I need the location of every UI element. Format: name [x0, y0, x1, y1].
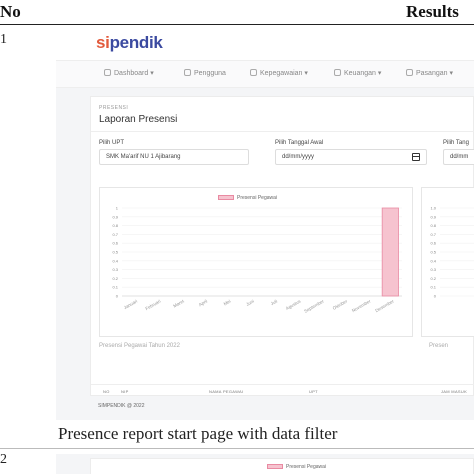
y-tick-label-2: 0.3	[430, 267, 436, 272]
column-header-no: No	[0, 2, 21, 21]
x-tick-label: Oktober	[332, 298, 349, 311]
menu-item-pengguna[interactable]: Pengguna	[184, 69, 226, 77]
x-tick-label: Juli	[270, 299, 278, 307]
y-tick-label-2: 0.8	[430, 223, 436, 228]
breadcrumb: PRESENSI	[99, 105, 129, 111]
end-date-input[interactable]: dd/mm	[443, 149, 474, 165]
finance-icon	[334, 69, 341, 76]
calendar-icon[interactable]	[412, 153, 420, 161]
upt-filter-label: Pilih UPT	[99, 140, 125, 146]
start-date-label: Pilih Tanggal Awal	[275, 140, 324, 146]
divider	[91, 131, 474, 132]
x-tick-label: April	[198, 299, 208, 308]
y-tick-label: 0.9	[112, 214, 118, 219]
report-card: PRESENSI Laporan Presensi Pilih UPT SMK …	[90, 96, 474, 396]
settings-icon	[406, 69, 413, 76]
x-tick-label: Juni	[245, 299, 255, 307]
x-tick-label: Januari	[123, 299, 138, 311]
y-tick-label-2: 0.4	[430, 258, 436, 263]
y-tick-label: 0.5	[112, 250, 118, 255]
row-number-1: 1	[0, 32, 7, 47]
secondary-chart: 1.0 0.9 0.8 0.7 0.6 0.5 0.4 0.3 0.2 0.1 0	[421, 187, 474, 337]
start-date-input[interactable]: dd/mm/yyyy	[275, 149, 427, 165]
row-number-2: 2	[0, 452, 7, 467]
y-tick-label: 0.3	[112, 267, 118, 272]
end-date-label: Pilih Tang	[443, 140, 469, 146]
x-tick-label: Desember	[374, 298, 395, 313]
report-table-header: NO NIP NAMA PEGAWAI UPT JAM MASUK	[91, 384, 474, 397]
y-tick-label: 0	[116, 294, 119, 299]
y-tick-label-2: 0.2	[430, 276, 436, 281]
menu-item-keuangan[interactable]: Keuangan ▾	[334, 69, 381, 77]
th-upt: UPT	[309, 389, 318, 394]
th-jam-masuk: JAM MASUK	[441, 389, 468, 394]
report-card-2: Presensi Pegawai	[90, 458, 474, 474]
y-tick-label-2: 0	[434, 294, 437, 299]
y-tick-label-2: 0.9	[430, 214, 436, 219]
menu-item-pasangan[interactable]: Pasangan ▾	[406, 69, 453, 77]
th-nip: NIP	[121, 389, 129, 394]
menu-item-dashboard[interactable]: Dashboard ▾	[104, 69, 154, 77]
bar-desember	[381, 207, 399, 297]
y-tick-label-2: 0.6	[430, 241, 436, 246]
th-no: NO	[103, 389, 110, 394]
y-tick-label-2: 1.0	[430, 206, 436, 211]
x-tick-label: Agustus	[285, 298, 302, 311]
main-content: PRESENSI Laporan Presensi Pilih UPT SMK …	[56, 88, 474, 420]
staff-icon	[250, 69, 257, 76]
attendance-chart: Presensi Pegawai 1 0.9 0.8 0.7 0.6 0.5 0.4 0.3 0…	[99, 187, 413, 337]
app-footer: SIMPENDIK @ 2022	[98, 403, 145, 409]
dashboard-icon	[104, 69, 111, 76]
x-tick-label: November	[351, 298, 372, 313]
y-tick-label: 0.1	[112, 285, 118, 290]
y-tick-label: 1	[116, 206, 119, 211]
x-tick-label: Mei	[223, 299, 232, 307]
app-screenshot-2: Presensi Pegawai	[56, 454, 474, 474]
page-title: Laporan Presensi	[99, 114, 178, 125]
y-tick-label: 0.6	[112, 241, 118, 246]
y-tick-label-2: 0.5	[430, 250, 436, 255]
main-menu: Dashboard ▾ Pengguna Kepegawaian ▾ Keuan…	[56, 60, 474, 88]
user-icon	[184, 69, 191, 76]
top-bar: sipendik	[56, 28, 474, 60]
column-header-results: Results	[406, 2, 459, 21]
app-screenshot: sipendik Dashboard ▾ Pengguna Kepegawaia…	[56, 28, 474, 420]
y-tick-label-2: 0.7	[430, 232, 436, 237]
chart-legend-2: Presensi Pegawai	[267, 464, 326, 470]
y-tick-label: 0.2	[112, 276, 118, 281]
upt-select[interactable]: SMK Ma'arif NU 1 Ajibarang	[99, 149, 249, 165]
chart-plot: 1 0.9 0.8 0.7 0.6 0.5 0.4 0.3 0.2 0.1 0 Januari Febr…	[112, 206, 402, 314]
x-tick-label: Maret	[172, 298, 185, 308]
chart-caption: Presensi Pegawai Tahun 2022	[99, 343, 180, 349]
y-tick-label-2: 0.1	[430, 285, 436, 290]
y-tick-label: 0.7	[112, 232, 118, 237]
row-divider	[0, 448, 474, 449]
figure-caption-1: Presence report start page with data fil…	[58, 424, 338, 443]
legend-swatch-2	[267, 464, 283, 469]
y-tick-label: 0.4	[112, 258, 118, 263]
y-tick-label: 0.8	[112, 223, 118, 228]
secondary-chart-plot: 1.0 0.9 0.8 0.7 0.6 0.5 0.4 0.3 0.2 0.1 0	[430, 206, 474, 299]
th-nama-pegawai: NAMA PEGAWAI	[209, 389, 244, 394]
x-tick-label: September	[303, 298, 325, 314]
app-logo[interactable]: sipendik	[96, 33, 163, 53]
secondary-chart-caption: Presen	[429, 343, 449, 349]
menu-item-kepegawaian[interactable]: Kepegawaian ▾	[250, 69, 308, 77]
x-tick-label: Februari	[144, 299, 161, 312]
table-header-rule	[0, 24, 474, 25]
